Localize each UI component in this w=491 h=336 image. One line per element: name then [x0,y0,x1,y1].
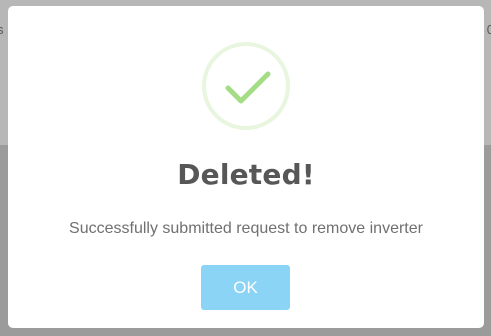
dialog-title: Deleted! [177,158,315,191]
background-text-fragment-left: s [0,22,4,37]
background-text-fragment-right: 0 [486,22,491,37]
checkmark-success-icon [202,42,290,130]
success-dialog: Deleted! Successfully submitted request … [8,6,484,328]
ok-button[interactable]: OK [201,265,290,310]
dialog-message: Successfully submitted request to remove… [69,220,423,237]
